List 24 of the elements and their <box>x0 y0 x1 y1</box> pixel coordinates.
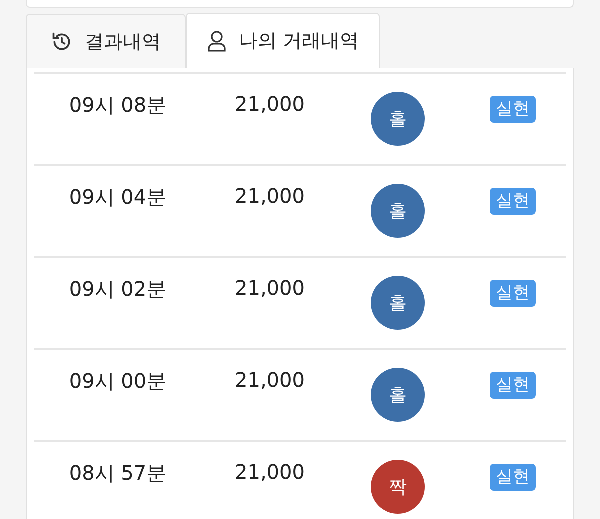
status-badge: 실현 <box>490 188 536 215</box>
result-ball: 홀 <box>371 184 425 238</box>
status-badge: 실현 <box>490 96 536 123</box>
tab[interactable]: 결과내역 <box>26 14 186 68</box>
status-badge: 실현 <box>490 280 536 307</box>
result-ball: 홀 <box>371 92 425 146</box>
trade-time: 09시 04분 <box>69 184 167 211</box>
result-ball: 홀 <box>371 276 425 330</box>
trade-amount: 21,000 <box>235 276 305 302</box>
trade-time: 09시 02분 <box>69 276 167 303</box>
trade-amount: 21,000 <box>235 92 305 118</box>
trade-time: 09시 08분 <box>69 92 167 119</box>
trade-time: 09시 00분 <box>69 368 167 395</box>
status-badge: 실현 <box>490 464 536 491</box>
trade-amount: 21,000 <box>235 368 305 394</box>
trade-time: 08시 57분 <box>69 460 167 487</box>
trade-amount: 21,000 <box>235 184 305 210</box>
history-icon <box>51 30 73 52</box>
result-ball: 짝 <box>371 460 425 514</box>
user-icon <box>206 30 227 52</box>
status-badge: 실현 <box>490 372 536 399</box>
tab[interactable]: 나의 거래내역 <box>186 13 380 68</box>
trade-amount: 21,000 <box>235 460 305 486</box>
result-ball: 홀 <box>371 368 425 422</box>
